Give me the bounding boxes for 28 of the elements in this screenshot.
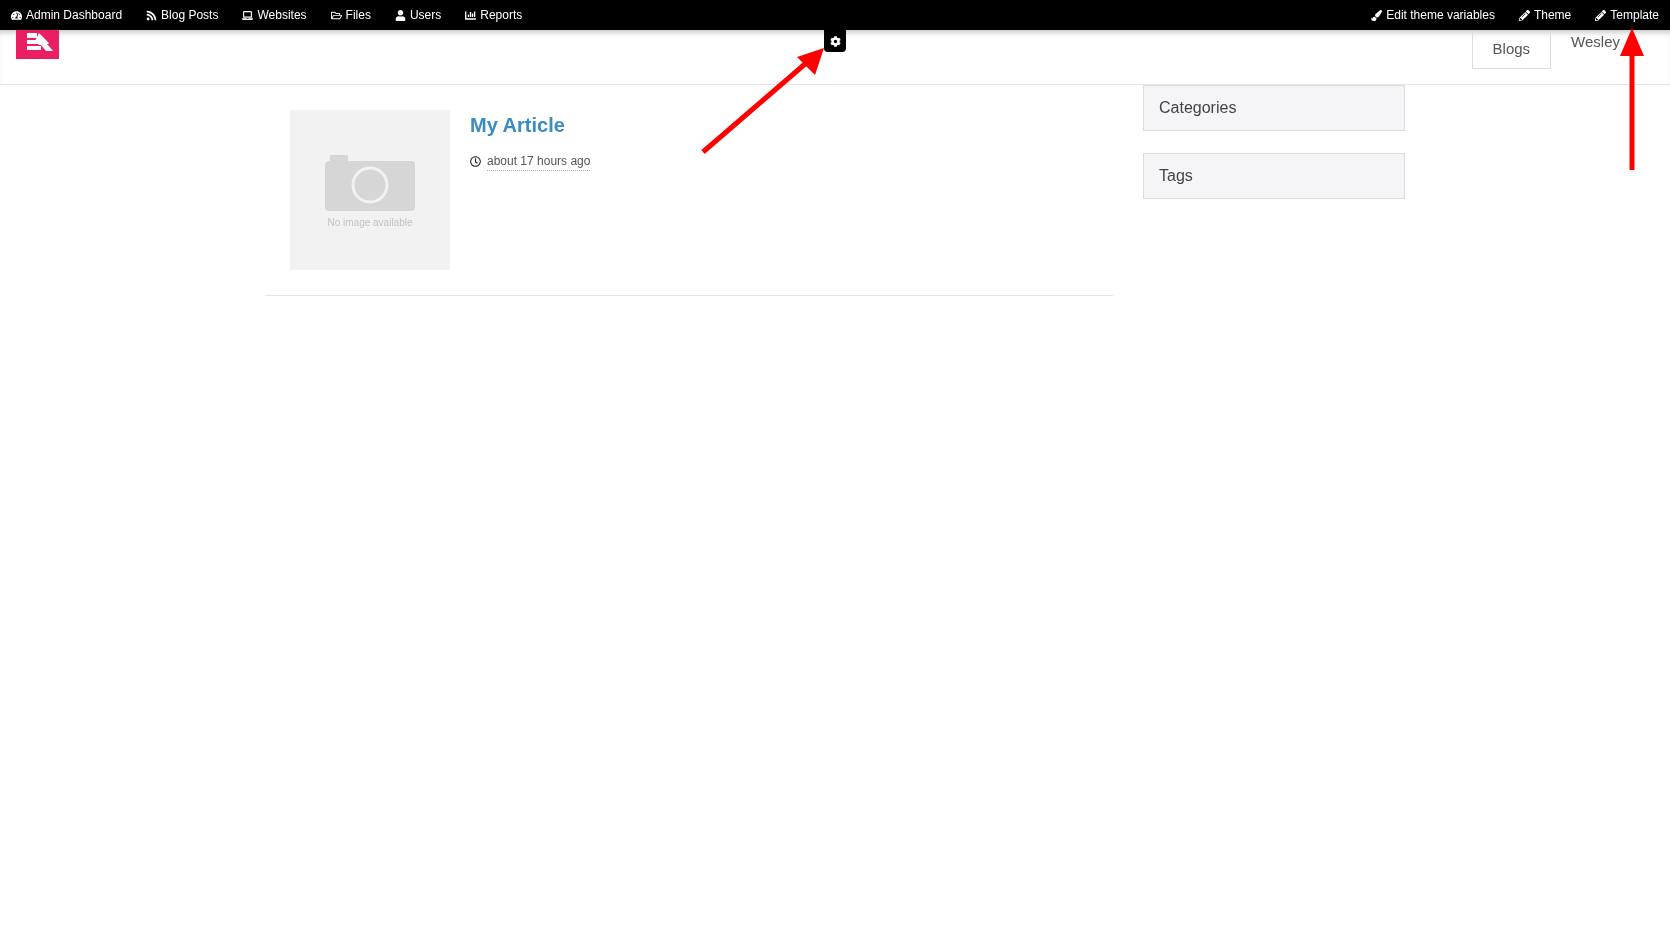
pencil-icon	[1518, 9, 1530, 21]
admin-bar-link[interactable]: Websites	[242, 6, 307, 24]
settings-icon	[829, 35, 841, 47]
admin-bar-link[interactable]: Files	[330, 6, 371, 24]
pencil-icon	[1595, 9, 1607, 21]
brush-icon	[1371, 9, 1383, 21]
rss-icon	[146, 9, 158, 21]
admin-bar-link[interactable]: Edit theme variables	[1371, 6, 1495, 24]
laptop-icon	[242, 9, 254, 21]
logo-icon	[16, 30, 59, 59]
user-icon	[394, 9, 406, 21]
nav-link[interactable]: Blogs	[1471, 30, 1552, 69]
sidebar-panel[interactable]: Categories	[1143, 85, 1405, 131]
gauge-icon	[11, 9, 22, 21]
admin-bar-link[interactable]: Theme	[1518, 6, 1572, 24]
admin-bar-link[interactable]: Blog Posts	[146, 6, 219, 24]
sidebar-panel[interactable]: Tags	[1143, 153, 1405, 199]
article-title[interactable]: My Article	[470, 110, 591, 140]
clock-icon	[470, 156, 481, 167]
nav-link[interactable]: Wesley	[1551, 32, 1640, 52]
admin-bar-link[interactable]: Reports	[465, 6, 523, 24]
admin-bar-link[interactable]: Template	[1595, 6, 1659, 24]
bar-chart-icon	[465, 9, 477, 21]
folder-icon	[330, 9, 342, 21]
admin-bar-link[interactable]: Users	[394, 6, 442, 24]
post-time: about 17 hours ago	[487, 152, 591, 171]
admin-bar-link[interactable]: Admin Dashboard	[11, 6, 123, 24]
settings-button[interactable]	[824, 30, 846, 52]
